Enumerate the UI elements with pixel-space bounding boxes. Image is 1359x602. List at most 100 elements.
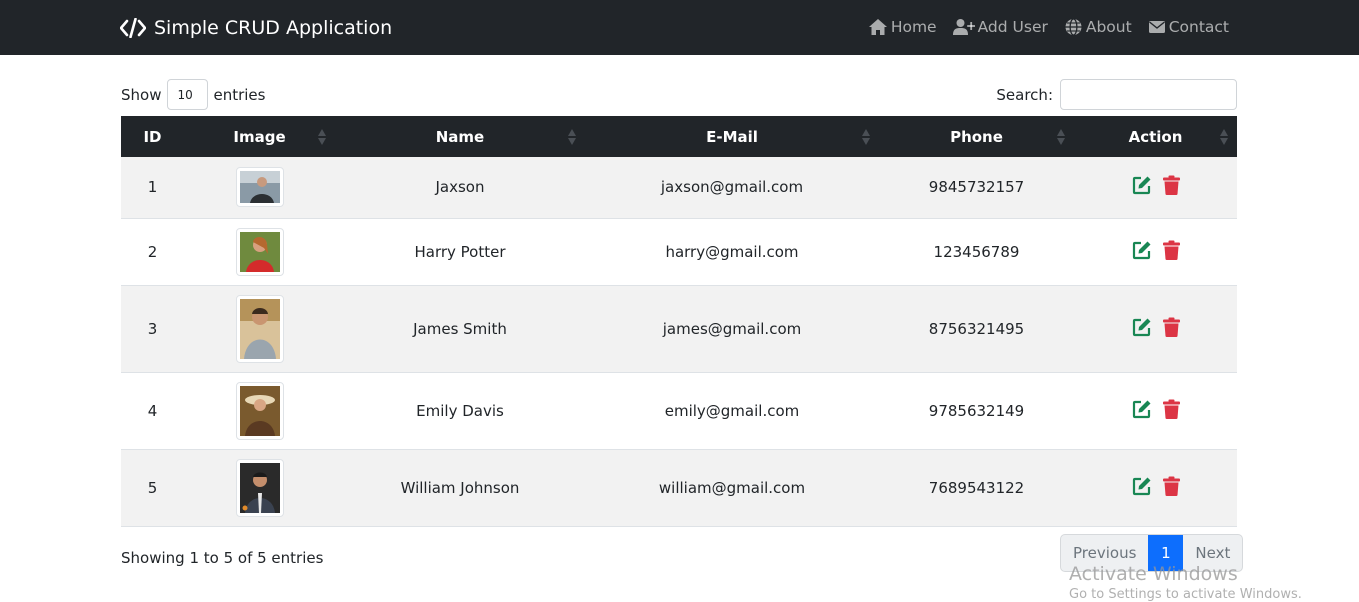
cell-id: 2 bbox=[121, 218, 184, 286]
cell-image bbox=[184, 449, 335, 527]
activate-windows-watermark: Activate Windows bbox=[1069, 563, 1238, 585]
column-name-label: Name bbox=[435, 127, 485, 146]
navbar: Simple CRUD Application Home Add User Ab… bbox=[0, 0, 1359, 55]
edit-icon[interactable] bbox=[1132, 399, 1152, 419]
user-avatar bbox=[235, 458, 284, 517]
sort-icon bbox=[1057, 129, 1065, 145]
sort-icon bbox=[318, 129, 326, 145]
cell-id: 5 bbox=[121, 449, 184, 527]
user-plus-icon bbox=[952, 19, 975, 35]
cell-action bbox=[1074, 157, 1237, 219]
table-row: 1 Jaxson jaxson@gmail.com 9845732157 bbox=[121, 157, 1237, 219]
nav-home-label: Home bbox=[890, 18, 937, 36]
cell-email: william@gmail.com bbox=[585, 449, 879, 527]
cell-action bbox=[1074, 218, 1237, 286]
nav-about-label: About bbox=[1085, 18, 1132, 36]
delete-icon[interactable] bbox=[1162, 175, 1180, 196]
user-avatar bbox=[235, 381, 284, 440]
cell-action bbox=[1074, 285, 1237, 373]
edit-icon[interactable] bbox=[1132, 476, 1152, 496]
cell-action bbox=[1074, 449, 1237, 527]
column-action-label: Action bbox=[1128, 127, 1183, 146]
nav-about[interactable]: About bbox=[1064, 16, 1132, 38]
show-label: Show bbox=[121, 85, 162, 104]
cell-image bbox=[184, 285, 335, 373]
search-input[interactable] bbox=[1060, 79, 1237, 110]
home-icon bbox=[868, 19, 887, 35]
delete-icon[interactable] bbox=[1162, 476, 1180, 496]
brand-title: Simple CRUD Application bbox=[154, 17, 393, 39]
cell-image bbox=[184, 372, 335, 450]
nav-contact-label: Contact bbox=[1168, 18, 1229, 36]
globe-icon bbox=[1065, 18, 1082, 36]
user-avatar bbox=[235, 227, 284, 276]
column-header-action[interactable]: Action bbox=[1074, 116, 1237, 157]
cell-id: 4 bbox=[121, 372, 184, 450]
table-info: Showing 1 to 5 of 5 entries bbox=[121, 549, 324, 567]
column-header-email[interactable]: E-Mail bbox=[585, 116, 879, 157]
cell-id: 3 bbox=[121, 285, 184, 373]
users-table: ID Image Name E-Mail Phone Action 1 Jaxs… bbox=[121, 116, 1237, 527]
code-icon bbox=[120, 18, 146, 38]
user-avatar bbox=[235, 167, 284, 208]
column-image-label: Image bbox=[233, 127, 286, 146]
cell-action bbox=[1074, 372, 1237, 450]
cell-name: James Smith bbox=[335, 285, 585, 373]
entries-select[interactable]: 10 bbox=[167, 79, 209, 110]
column-header-image[interactable]: Image bbox=[184, 116, 335, 157]
table-row: 4 Emily Davis emily@gmail.com 9785632149 bbox=[121, 372, 1237, 450]
entries-label: entries bbox=[213, 85, 266, 104]
cell-name: Emily Davis bbox=[335, 372, 585, 450]
envelope-icon bbox=[1148, 21, 1165, 33]
delete-icon[interactable] bbox=[1162, 399, 1180, 419]
cell-image bbox=[184, 218, 335, 286]
nav-links: Home Add User About Contact bbox=[852, 16, 1229, 38]
sort-icon bbox=[862, 129, 870, 145]
cell-id: 1 bbox=[121, 157, 184, 219]
sort-icon bbox=[1220, 129, 1228, 145]
cell-phone: 9845732157 bbox=[879, 157, 1074, 219]
cell-phone: 9785632149 bbox=[879, 372, 1074, 450]
column-email-label: E-Mail bbox=[706, 127, 758, 146]
cell-phone: 7689543122 bbox=[879, 449, 1074, 527]
column-header-phone[interactable]: Phone bbox=[879, 116, 1074, 157]
entries-length-control: Show 10 entries bbox=[121, 79, 265, 110]
user-avatar bbox=[235, 294, 284, 363]
user-photo bbox=[239, 298, 280, 359]
user-photo bbox=[239, 385, 280, 436]
table-row: 2 Harry Potter harry@gmail.com 123456789 bbox=[121, 218, 1237, 286]
nav-home[interactable]: Home bbox=[868, 16, 937, 38]
user-photo bbox=[239, 231, 280, 272]
cell-name: William Johnson bbox=[335, 449, 585, 527]
user-photo bbox=[239, 462, 280, 513]
cell-phone: 123456789 bbox=[879, 218, 1074, 286]
cell-name: Jaxson bbox=[335, 157, 585, 219]
nav-add-user[interactable]: Add User bbox=[952, 16, 1048, 38]
cell-email: jaxson@gmail.com bbox=[585, 157, 879, 219]
search-control: Search: bbox=[996, 79, 1237, 110]
edit-icon[interactable] bbox=[1132, 175, 1152, 195]
edit-icon[interactable] bbox=[1132, 240, 1152, 260]
cell-phone: 8756321495 bbox=[879, 285, 1074, 373]
cell-image bbox=[184, 157, 335, 219]
nav-add-user-label: Add User bbox=[977, 18, 1048, 36]
nav-contact[interactable]: Contact bbox=[1148, 16, 1229, 38]
column-header-id[interactable]: ID bbox=[121, 116, 184, 157]
cell-email: james@gmail.com bbox=[585, 285, 879, 373]
user-photo bbox=[239, 171, 280, 204]
sort-icon bbox=[568, 129, 576, 145]
table-row: 3 James Smith james@gmail.com 8756321495 bbox=[121, 285, 1237, 373]
column-id-label: ID bbox=[143, 127, 162, 146]
search-label: Search: bbox=[996, 85, 1053, 104]
column-phone-label: Phone bbox=[950, 127, 1003, 146]
cell-email: emily@gmail.com bbox=[585, 372, 879, 450]
navbar-brand[interactable]: Simple CRUD Application bbox=[120, 14, 392, 42]
delete-icon[interactable] bbox=[1162, 317, 1180, 337]
cell-email: harry@gmail.com bbox=[585, 218, 879, 286]
column-header-name[interactable]: Name bbox=[335, 116, 585, 157]
cell-name: Harry Potter bbox=[335, 218, 585, 286]
edit-icon[interactable] bbox=[1132, 317, 1152, 337]
table-header-row: ID Image Name E-Mail Phone Action bbox=[121, 116, 1237, 157]
delete-icon[interactable] bbox=[1162, 240, 1180, 260]
table-row: 5 William Johnson william@gmail.com 7689… bbox=[121, 449, 1237, 527]
